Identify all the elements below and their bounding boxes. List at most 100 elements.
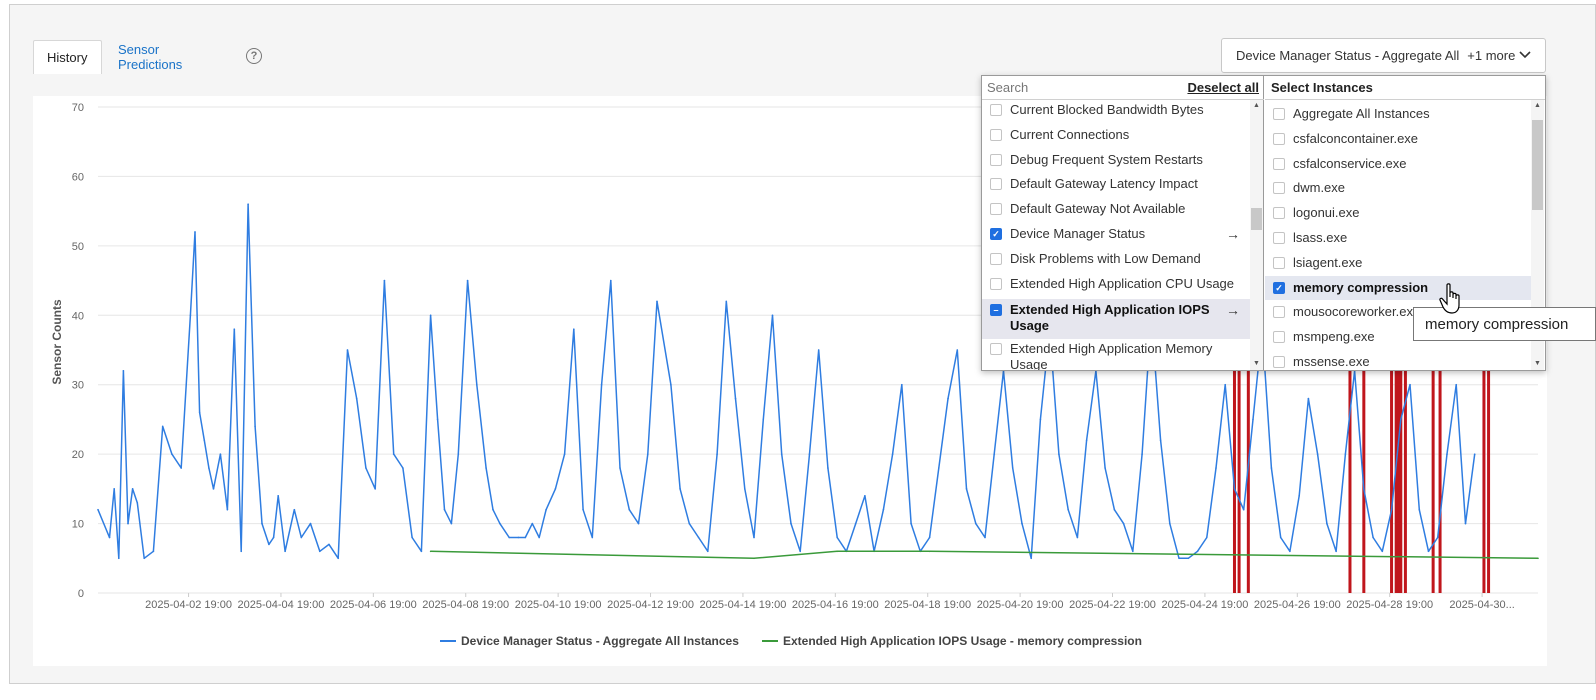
data-point [517,536,520,539]
y-tick-label: 10 [72,519,84,531]
data-point [466,279,469,282]
instances-header: Select Instances [1265,76,1545,100]
data-point [707,550,709,553]
x-tick-label: 2025-04-04 19:00 [238,599,325,611]
scroll-thumb[interactable] [1532,120,1543,210]
y-tick-label: 0 [78,588,84,600]
checkbox[interactable] [990,278,1002,290]
data-point [436,418,439,421]
data-point [1132,550,1134,553]
data-point [1381,550,1384,553]
instance-list-item[interactable]: lsass.exe [1265,226,1531,250]
instance-list-item[interactable]: csfalconservice.exe [1265,152,1531,176]
checkbox[interactable] [990,104,1002,116]
data-point [189,314,192,317]
y-tick-label: 50 [72,241,84,253]
sensor-select-dropdown[interactable]: Device Manager Status - Aggregate All +1… [1221,38,1546,73]
x-tick-label: 2025-04-06 19:00 [330,599,417,611]
sensor-search-input[interactable]: Search Deselect all [982,76,1264,100]
sensor-list-item[interactable]: Default Gateway Not Available [982,200,1250,222]
data-point [753,536,755,539]
sensor-list-item[interactable]: Current Blocked Bandwidth Bytes [982,101,1250,123]
data-point [854,522,857,525]
data-point [1270,467,1273,469]
checkbox[interactable] [1273,232,1285,244]
data-point [1390,508,1393,511]
alert-marker [1399,366,1403,593]
tab-history[interactable]: History [33,40,102,74]
deselect-all-link[interactable]: Deselect all [1187,80,1259,95]
sensor-list-item[interactable]: Disk Problems with Low Demand [982,250,1250,272]
sensor-list-item[interactable]: Current Connections [982,126,1250,148]
data-point [1178,557,1180,560]
data-point [864,495,866,497]
data-point [1418,508,1421,511]
sensor-list-item-label: Device Manager Status [1010,226,1146,241]
checkbox[interactable] [1273,182,1285,195]
scroll-up-icon[interactable]: ▲ [1250,100,1263,112]
sensor-list-item[interactable]: Extended High Application Memory Usage [982,340,1250,370]
instance-list-item[interactable]: dwm.exe [1265,176,1531,200]
sensor-list-item[interactable]: – Extended High Application IOPS Usage → [982,299,1250,339]
legend-item-label[interactable]: Device Manager Status - Aggregate All In… [461,634,739,648]
x-tick-label: 2025-04-28 19:00 [1346,599,1433,611]
data-point [716,453,718,455]
instance-list-item[interactable]: csfalconcontainer.exe [1265,127,1531,151]
y-tick-label: 60 [72,171,84,183]
checkbox[interactable] [990,253,1002,265]
data-point [1473,453,1476,455]
instance-list-item[interactable]: Aggregate All Instances [1265,102,1531,126]
data-point [1076,536,1079,539]
y-axis-title: Sensor Counts [50,299,64,385]
arrow-right-icon[interactable]: → [1226,226,1246,242]
data-point [591,536,594,539]
sensor-list-item[interactable]: Debug Frequent System Restarts [982,151,1250,173]
checkbox[interactable] [990,203,1002,215]
sensor-list-scrollbar[interactable]: ▲ ▼ [1250,100,1263,370]
scroll-down-icon[interactable]: ▼ [1250,358,1263,370]
sensor-list-item[interactable]: ✓ Device Manager Status → [982,225,1250,247]
series-line [430,550,1539,560]
x-tick-label: 2025-04-22 19:00 [1069,599,1156,611]
data-point [127,522,129,525]
tab-sensor-predictions[interactable]: Sensor Predictions [105,40,195,74]
checkbox[interactable]: ✓ [990,228,1002,240]
arrow-right-icon[interactable]: → [1226,302,1246,318]
legend-item-label[interactable]: Extended High Application IOPS Usage - m… [783,634,1142,648]
checkbox[interactable] [1273,256,1285,269]
instance-list-item[interactable]: logonui.exe [1265,201,1531,225]
checkbox[interactable] [990,154,1002,166]
data-point [1058,453,1060,455]
checkbox[interactable] [1273,306,1285,319]
sensor-list: Current Blocked Bandwidth Bytes Current C… [982,100,1250,370]
instance-list-item[interactable]: lsiagent.exe [1265,251,1531,275]
sensor-list-item[interactable]: Extended High Application CPU Usage [982,275,1250,297]
checkbox[interactable] [1273,356,1285,368]
checkbox[interactable]: ✓ [1273,281,1285,294]
instance-list-item[interactable]: ✓ memory compression [1265,275,1531,300]
checkbox[interactable]: – [990,304,1002,316]
data-point [1537,557,1539,560]
instance-list-item[interactable]: mssense.exe [1265,350,1531,370]
checkbox[interactable] [990,129,1002,141]
scroll-thumb[interactable] [1251,208,1262,230]
data-point [697,536,700,539]
x-tick-label: 2025-04-14 19:00 [699,599,786,611]
checkbox[interactable] [1273,157,1285,170]
x-tick-label: 2025-04-18 19:00 [884,599,971,611]
checkbox[interactable] [990,178,1002,190]
checkbox[interactable] [990,343,1002,355]
data-point [1196,550,1199,553]
data-point [1122,522,1125,525]
help-icon[interactable]: ? [246,48,262,64]
checkbox[interactable] [1273,108,1285,120]
data-point [1030,557,1033,560]
scroll-up-icon[interactable]: ▲ [1531,100,1544,112]
scroll-down-icon[interactable]: ▼ [1531,358,1544,370]
checkbox[interactable] [1273,331,1285,344]
sensor-list-item-label: Default Gateway Latency Impact [1010,176,1198,191]
sensor-list-item[interactable]: Default Gateway Latency Impact [982,175,1250,197]
checkbox[interactable] [1273,132,1285,145]
hand-pointer-icon [1439,283,1460,314]
checkbox[interactable] [1273,207,1285,220]
